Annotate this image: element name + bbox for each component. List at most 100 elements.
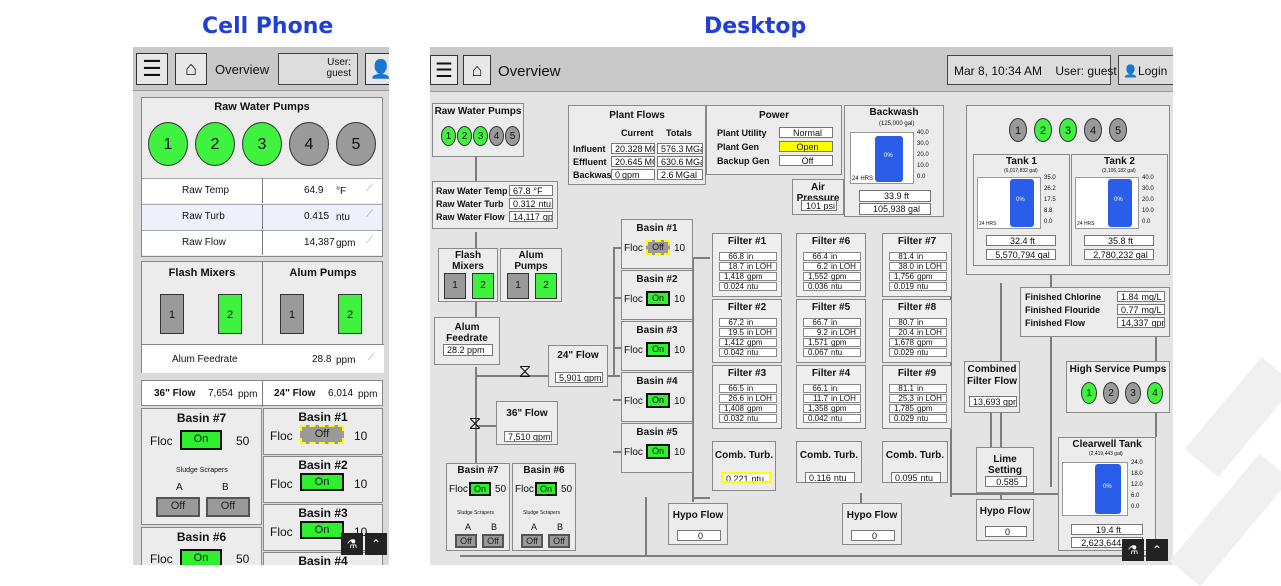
user-icon[interactable]: 👤 [365, 53, 389, 85]
login-button[interactable]: 👤Login [1118, 55, 1173, 85]
watermark [1169, 453, 1281, 586]
value: 1,756 [893, 272, 914, 281]
flash-mixer-1[interactable]: 1 [444, 273, 466, 299]
alum-feedrate-value: 28.2 ppm [443, 344, 493, 356]
tank-pump-5-icon[interactable]: 5 [1109, 118, 1127, 142]
basin-1-toggle[interactable]: Off [646, 240, 670, 255]
user-box[interactable]: User: guest [278, 53, 358, 85]
flask-icon[interactable]: ⚗ [341, 533, 363, 555]
basin-4-toggle[interactable]: On [646, 393, 670, 408]
flash-mixer-1[interactable]: 1 [160, 294, 184, 334]
tick-label: 20.0 [1142, 197, 1154, 203]
scroll-up-button[interactable]: ⌃ [365, 533, 387, 555]
pump-4-icon[interactable]: 4 [489, 126, 504, 146]
basin1-panel: Basin #1 Floc Off 10 [263, 408, 383, 455]
backwash-capacity: (125,000 gal) [879, 121, 915, 127]
basin-title: Basin #5 [636, 427, 678, 438]
alum-pump-2[interactable]: 2 [338, 294, 362, 334]
unit: gpm [747, 338, 763, 347]
pump-4-icon[interactable]: 4 [289, 122, 329, 166]
pump-1-icon[interactable]: 1 [148, 122, 188, 166]
valve-icon[interactable]: ⧖ [464, 413, 486, 439]
user-icon: 👤 [1123, 64, 1138, 78]
trend-icon[interactable]: ⟋ [366, 209, 373, 220]
trend-icon[interactable]: ⟋ [366, 235, 373, 246]
clearwell-panel: Clearwell Tank (2,419,443 gal) 0% 24.0 18… [1058, 437, 1156, 551]
scraper-a-button[interactable]: Off [521, 534, 543, 548]
floc-label: Floc [624, 447, 643, 458]
pump-5-icon[interactable]: 5 [505, 126, 520, 146]
tick-label: 8.8 [1044, 208, 1053, 214]
alum-pump-1[interactable]: 1 [507, 273, 529, 299]
tank-pump-1-icon[interactable]: 1 [1009, 118, 1027, 142]
basin-5-toggle[interactable]: On [646, 444, 670, 459]
menu-icon[interactable]: ☰ [430, 55, 458, 85]
datetime-user-box: Mar 8, 10:34 AM User: guest [947, 55, 1117, 85]
trend-icon[interactable]: ⟋ [368, 352, 375, 363]
scroll-up-button[interactable]: ⌃ [1146, 539, 1168, 561]
basin7-on-button[interactable]: On [180, 430, 222, 450]
basin-2-toggle[interactable]: On [646, 291, 670, 306]
menu-icon[interactable]: ☰ [136, 53, 168, 85]
scraper-a-button[interactable]: Off [156, 497, 200, 517]
basin2-on-button[interactable]: On [300, 473, 344, 491]
unit: ntu [747, 414, 759, 423]
backwash-percent: 0% [884, 153, 893, 159]
filter-value: 80.7 in [889, 318, 947, 327]
pump-2-icon[interactable]: 2 [195, 122, 235, 166]
basin6-on-button[interactable]: On [535, 482, 557, 496]
basin1-off-button[interactable]: Off [300, 425, 344, 444]
flow24-title: 24" Flow [557, 350, 599, 361]
hs-pump-4-icon[interactable]: 4 [1147, 382, 1163, 404]
desktop-header: ☰ ⌂ Overview Mar 8, 10:34 AM User: guest… [430, 47, 1173, 92]
tank1-panel: Tank 1 (6,017,832 gal) 0% 24 HRS 35.0 26.… [973, 154, 1070, 266]
unit: in [917, 384, 924, 393]
value: 67.8 [513, 186, 531, 196]
valve-icon[interactable]: ⧖ [514, 361, 536, 387]
scraper-b-button[interactable]: Off [206, 497, 250, 517]
pump-1-icon[interactable]: 1 [441, 126, 456, 146]
pump-5-icon[interactable]: 5 [336, 122, 376, 166]
tick-label: 26.2 [1044, 186, 1056, 192]
trend-icon[interactable]: ⟋ [366, 183, 373, 194]
hs-pump-1-icon[interactable]: 1 [1081, 382, 1097, 404]
home-icon[interactable]: ⌂ [463, 55, 491, 85]
row-divider [262, 178, 263, 203]
floc-label: Floc [270, 429, 293, 443]
pump-3-icon[interactable]: 3 [242, 122, 282, 166]
tank-pump-2-icon[interactable]: 2 [1034, 118, 1052, 142]
flash-mixers-panel: Flash Mixers 1 2 [438, 248, 498, 302]
finished-label: Finished Chlorine [1025, 292, 1102, 302]
hs-pump-3-icon[interactable]: 3 [1125, 382, 1141, 404]
home-icon[interactable]: ⌂ [175, 53, 207, 85]
tanks-panel: 12345 Tank 1 (6,017,832 gal) 0% 24 HRS 3… [966, 105, 1170, 275]
unit: ntu [831, 282, 843, 291]
flask-icon[interactable]: ⚗ [1122, 539, 1144, 561]
power-panel: Power Plant Utility Normal Plant Gen Open Ba… [706, 105, 842, 175]
basin6-on-button[interactable]: On [180, 549, 222, 565]
basin3-on-button[interactable]: On [300, 521, 344, 539]
tank1-hours: 24 HRS [979, 221, 997, 227]
filter-panel: Filter #5 66.7 in 9.2 in LOH 1,571 gpm 0.067 ntu [796, 299, 866, 363]
tank1-title: Tank 1 [1006, 156, 1037, 167]
tank-pump-4-icon[interactable]: 4 [1084, 118, 1102, 142]
floc-label: Floc [270, 525, 293, 539]
alum-pump-2[interactable]: 2 [535, 273, 557, 299]
unit: gpm [831, 272, 847, 281]
alum-pump-1[interactable]: 1 [280, 294, 304, 334]
pump-2-icon[interactable]: 2 [457, 126, 472, 146]
finished-value: 0.77 mg/L [1117, 304, 1165, 315]
scraper-b-button[interactable]: Off [548, 534, 570, 548]
hs-pump-2-icon[interactable]: 2 [1103, 382, 1119, 404]
flash-mixer-2[interactable]: 2 [218, 294, 242, 334]
tank-pump-3-icon[interactable]: 3 [1059, 118, 1077, 142]
pump-3-icon[interactable]: 3 [473, 126, 488, 146]
flow24-panel: 24" Flow 5,901 gpm [548, 345, 608, 387]
basin-3-toggle[interactable]: On [646, 342, 670, 357]
scraper-b-button[interactable]: Off [482, 534, 504, 548]
scraper-a-button[interactable]: Off [455, 534, 477, 548]
value: 1,678 [893, 338, 914, 347]
finished-value: 1.84 mg/L [1117, 291, 1165, 302]
basin7-on-button[interactable]: On [469, 482, 491, 496]
flash-mixer-2[interactable]: 2 [472, 273, 494, 299]
